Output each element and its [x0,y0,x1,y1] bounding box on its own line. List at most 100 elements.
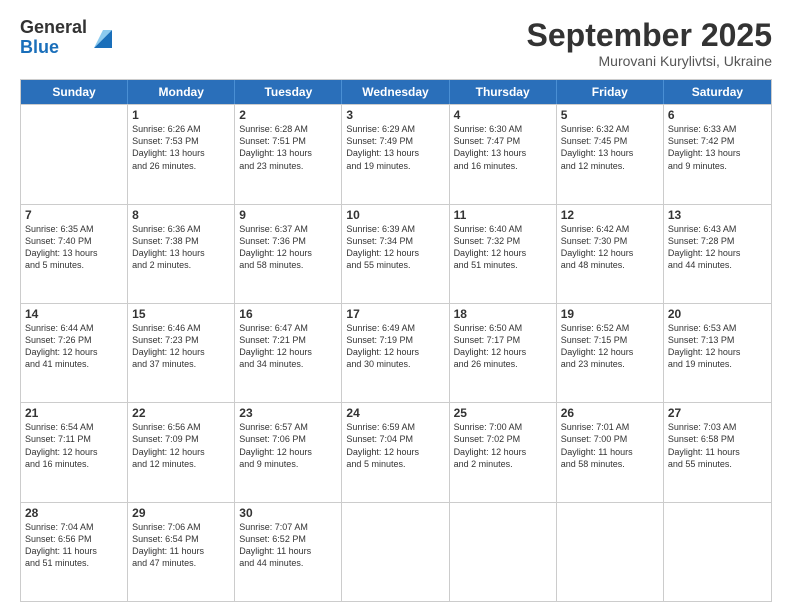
cell-info: Sunrise: 6:37 AM Sunset: 7:36 PM Dayligh… [239,223,337,272]
calendar-cell: 23Sunrise: 6:57 AM Sunset: 7:06 PM Dayli… [235,403,342,501]
logo-blue: Blue [20,38,87,58]
cell-info: Sunrise: 6:35 AM Sunset: 7:40 PM Dayligh… [25,223,123,272]
cell-info: Sunrise: 7:04 AM Sunset: 6:56 PM Dayligh… [25,521,123,570]
day-number: 13 [668,208,767,222]
day-number: 8 [132,208,230,222]
day-number: 9 [239,208,337,222]
calendar-header-cell: Friday [557,80,664,104]
day-number: 5 [561,108,659,122]
calendar-cell: 2Sunrise: 6:28 AM Sunset: 7:51 PM Daylig… [235,105,342,203]
cell-info: Sunrise: 6:33 AM Sunset: 7:42 PM Dayligh… [668,123,767,172]
calendar-cell: 19Sunrise: 6:52 AM Sunset: 7:15 PM Dayli… [557,304,664,402]
day-number: 23 [239,406,337,420]
calendar-cell: 26Sunrise: 7:01 AM Sunset: 7:00 PM Dayli… [557,403,664,501]
calendar-cell: 4Sunrise: 6:30 AM Sunset: 7:47 PM Daylig… [450,105,557,203]
calendar-cell: 24Sunrise: 6:59 AM Sunset: 7:04 PM Dayli… [342,403,449,501]
calendar-header-cell: Tuesday [235,80,342,104]
calendar-header: SundayMondayTuesdayWednesdayThursdayFrid… [21,80,771,104]
calendar-cell: 9Sunrise: 6:37 AM Sunset: 7:36 PM Daylig… [235,205,342,303]
cell-info: Sunrise: 7:03 AM Sunset: 6:58 PM Dayligh… [668,421,767,470]
cell-info: Sunrise: 6:49 AM Sunset: 7:19 PM Dayligh… [346,322,444,371]
logo-icon [90,26,116,52]
day-number: 21 [25,406,123,420]
day-number: 11 [454,208,552,222]
calendar-cell: 20Sunrise: 6:53 AM Sunset: 7:13 PM Dayli… [664,304,771,402]
calendar: SundayMondayTuesdayWednesdayThursdayFrid… [20,79,772,602]
cell-info: Sunrise: 6:32 AM Sunset: 7:45 PM Dayligh… [561,123,659,172]
calendar-cell: 1Sunrise: 6:26 AM Sunset: 7:53 PM Daylig… [128,105,235,203]
cell-info: Sunrise: 6:28 AM Sunset: 7:51 PM Dayligh… [239,123,337,172]
day-number: 19 [561,307,659,321]
calendar-cell [664,503,771,601]
cell-info: Sunrise: 6:56 AM Sunset: 7:09 PM Dayligh… [132,421,230,470]
day-number: 30 [239,506,337,520]
calendar-cell: 11Sunrise: 6:40 AM Sunset: 7:32 PM Dayli… [450,205,557,303]
calendar-cell: 16Sunrise: 6:47 AM Sunset: 7:21 PM Dayli… [235,304,342,402]
day-number: 20 [668,307,767,321]
calendar-cell [450,503,557,601]
day-number: 25 [454,406,552,420]
day-number: 1 [132,108,230,122]
cell-info: Sunrise: 6:42 AM Sunset: 7:30 PM Dayligh… [561,223,659,272]
day-number: 10 [346,208,444,222]
day-number: 6 [668,108,767,122]
day-number: 7 [25,208,123,222]
calendar-cell: 13Sunrise: 6:43 AM Sunset: 7:28 PM Dayli… [664,205,771,303]
day-number: 2 [239,108,337,122]
calendar-cell: 28Sunrise: 7:04 AM Sunset: 6:56 PM Dayli… [21,503,128,601]
day-number: 24 [346,406,444,420]
calendar-week: 28Sunrise: 7:04 AM Sunset: 6:56 PM Dayli… [21,502,771,601]
calendar-header-cell: Saturday [664,80,771,104]
cell-info: Sunrise: 7:06 AM Sunset: 6:54 PM Dayligh… [132,521,230,570]
month-title: September 2025 [527,18,772,53]
day-number: 16 [239,307,337,321]
calendar-cell [342,503,449,601]
logo-text: General Blue [20,18,87,58]
cell-info: Sunrise: 6:43 AM Sunset: 7:28 PM Dayligh… [668,223,767,272]
day-number: 28 [25,506,123,520]
calendar-week: 1Sunrise: 6:26 AM Sunset: 7:53 PM Daylig… [21,104,771,203]
calendar-cell: 6Sunrise: 6:33 AM Sunset: 7:42 PM Daylig… [664,105,771,203]
cell-info: Sunrise: 7:07 AM Sunset: 6:52 PM Dayligh… [239,521,337,570]
calendar-week: 21Sunrise: 6:54 AM Sunset: 7:11 PM Dayli… [21,402,771,501]
calendar-cell: 12Sunrise: 6:42 AM Sunset: 7:30 PM Dayli… [557,205,664,303]
calendar-cell: 3Sunrise: 6:29 AM Sunset: 7:49 PM Daylig… [342,105,449,203]
calendar-cell: 14Sunrise: 6:44 AM Sunset: 7:26 PM Dayli… [21,304,128,402]
calendar-cell: 18Sunrise: 6:50 AM Sunset: 7:17 PM Dayli… [450,304,557,402]
cell-info: Sunrise: 6:26 AM Sunset: 7:53 PM Dayligh… [132,123,230,172]
day-number: 4 [454,108,552,122]
calendar-header-cell: Wednesday [342,80,449,104]
cell-info: Sunrise: 6:29 AM Sunset: 7:49 PM Dayligh… [346,123,444,172]
logo: General Blue [20,18,116,58]
page: General Blue September 2025 Murovani Kur… [0,0,792,612]
calendar-cell: 22Sunrise: 6:56 AM Sunset: 7:09 PM Dayli… [128,403,235,501]
day-number: 22 [132,406,230,420]
cell-info: Sunrise: 6:59 AM Sunset: 7:04 PM Dayligh… [346,421,444,470]
cell-info: Sunrise: 6:30 AM Sunset: 7:47 PM Dayligh… [454,123,552,172]
calendar-cell: 8Sunrise: 6:36 AM Sunset: 7:38 PM Daylig… [128,205,235,303]
cell-info: Sunrise: 6:36 AM Sunset: 7:38 PM Dayligh… [132,223,230,272]
cell-info: Sunrise: 6:40 AM Sunset: 7:32 PM Dayligh… [454,223,552,272]
day-number: 12 [561,208,659,222]
calendar-cell: 5Sunrise: 6:32 AM Sunset: 7:45 PM Daylig… [557,105,664,203]
calendar-cell: 15Sunrise: 6:46 AM Sunset: 7:23 PM Dayli… [128,304,235,402]
day-number: 15 [132,307,230,321]
day-number: 3 [346,108,444,122]
title-block: September 2025 Murovani Kurylivtsi, Ukra… [527,18,772,69]
cell-info: Sunrise: 6:46 AM Sunset: 7:23 PM Dayligh… [132,322,230,371]
cell-info: Sunrise: 6:57 AM Sunset: 7:06 PM Dayligh… [239,421,337,470]
cell-info: Sunrise: 6:53 AM Sunset: 7:13 PM Dayligh… [668,322,767,371]
cell-info: Sunrise: 7:01 AM Sunset: 7:00 PM Dayligh… [561,421,659,470]
calendar-header-cell: Monday [128,80,235,104]
cell-info: Sunrise: 6:47 AM Sunset: 7:21 PM Dayligh… [239,322,337,371]
logo-general: General [20,18,87,38]
calendar-header-cell: Sunday [21,80,128,104]
calendar-cell [21,105,128,203]
calendar-cell: 21Sunrise: 6:54 AM Sunset: 7:11 PM Dayli… [21,403,128,501]
day-number: 18 [454,307,552,321]
cell-info: Sunrise: 6:44 AM Sunset: 7:26 PM Dayligh… [25,322,123,371]
calendar-header-cell: Thursday [450,80,557,104]
day-number: 27 [668,406,767,420]
day-number: 14 [25,307,123,321]
day-number: 29 [132,506,230,520]
